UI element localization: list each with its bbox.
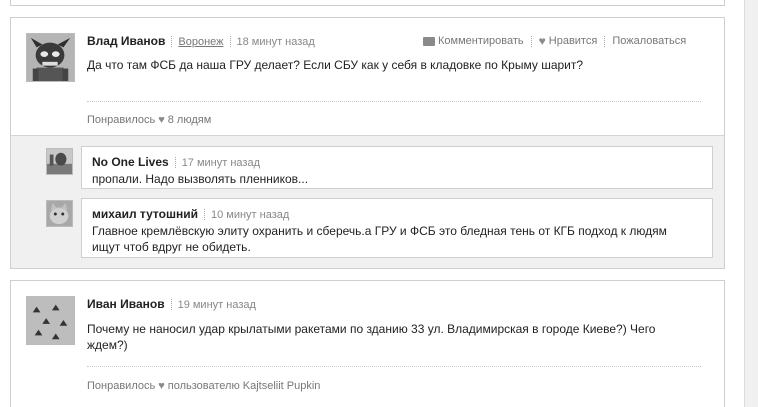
- comment-icon: [423, 36, 435, 46]
- comment-header: Иван Иванов 19 минут назад: [87, 297, 256, 311]
- likes-label: Понравилось: [87, 114, 156, 126]
- heart-icon: ♥: [158, 114, 165, 127]
- likes-summary: Понравилось ♥ пользователю Kajtseliit Pupk…: [87, 380, 320, 392]
- heart-icon: ♥: [158, 380, 165, 393]
- reply-author[interactable]: михаил тутошний: [92, 207, 198, 221]
- comment-text: Да что там ФСБ да наша ГРУ делает? Если …: [87, 58, 584, 72]
- likes-users[interactable]: пользователю Kajtseliit Pupkin: [168, 380, 321, 392]
- previous-comment-card: [10, 0, 725, 6]
- avatar-jets-image: [27, 297, 74, 344]
- divider: [530, 35, 532, 47]
- reply-card: михаил тутошний 10 минут назад Главное кр…: [81, 198, 713, 258]
- report-button[interactable]: Пожаловаться: [612, 35, 686, 47]
- like-button[interactable]: Нравится: [549, 35, 598, 47]
- divider: [203, 209, 205, 221]
- divider: [174, 157, 176, 169]
- reply-header: No One Lives 17 минут назад: [92, 155, 260, 169]
- comment-text: Почему не наносил удар крылатыми ракетам…: [87, 322, 656, 352]
- divider: [171, 36, 173, 48]
- avatar[interactable]: [26, 33, 75, 82]
- comment-header: Влад Иванов Воронеж 18 минут назад: [87, 34, 315, 48]
- reply-avatar[interactable]: [46, 200, 73, 227]
- avatar-figure-image: [47, 149, 72, 174]
- divider: [604, 35, 606, 47]
- replies-section: No One Lives 17 минут назад пропали. Надо…: [11, 135, 724, 268]
- reply-time: 10 минут назад: [210, 209, 290, 221]
- heart-icon: ♥: [538, 34, 546, 48]
- comment-card: Иван Иванов 19 минут назад Почему не нано…: [10, 280, 725, 407]
- comment-actions: Комментировать ♥ Нравится Пожаловаться: [423, 34, 686, 48]
- divider: [170, 299, 172, 311]
- reply-card: No One Lives 17 минут назад пропали. Надо…: [81, 146, 713, 189]
- likes-label: Понравилось: [87, 380, 156, 392]
- avatar-cat-image: [47, 201, 72, 226]
- reply-time: 17 минут назад: [181, 157, 261, 169]
- page-scrollbar[interactable]: [744, 0, 758, 407]
- reply-header: михаил тутошний 10 минут назад: [92, 207, 289, 221]
- divider: [87, 366, 701, 367]
- divider: [87, 101, 701, 102]
- comment-author[interactable]: Иван Иванов: [87, 297, 165, 311]
- reply-author[interactable]: No One Lives: [92, 155, 169, 169]
- likes-summary: Понравилось ♥ 8 людям: [87, 114, 211, 126]
- comment-time: 19 минут назад: [177, 299, 256, 311]
- avatar-robot-image: [27, 34, 74, 81]
- divider: [229, 36, 231, 48]
- comment-time: 18 минут назад: [236, 36, 315, 48]
- reply-avatar[interactable]: [46, 148, 73, 175]
- comment-button[interactable]: Комментировать: [438, 35, 524, 47]
- author-city[interactable]: Воронеж: [178, 36, 223, 48]
- comment-author[interactable]: Влад Иванов: [87, 34, 165, 48]
- comment-card: Влад Иванов Воронеж 18 минут назад Коммент…: [10, 17, 725, 269]
- reply-text: пропали. Надо вызволять пленников...: [92, 172, 309, 186]
- avatar[interactable]: [26, 296, 75, 345]
- likes-count[interactable]: 8 людям: [168, 114, 212, 126]
- reply-text: Главное кремлёвскую элиту охранить и сбе…: [92, 224, 667, 254]
